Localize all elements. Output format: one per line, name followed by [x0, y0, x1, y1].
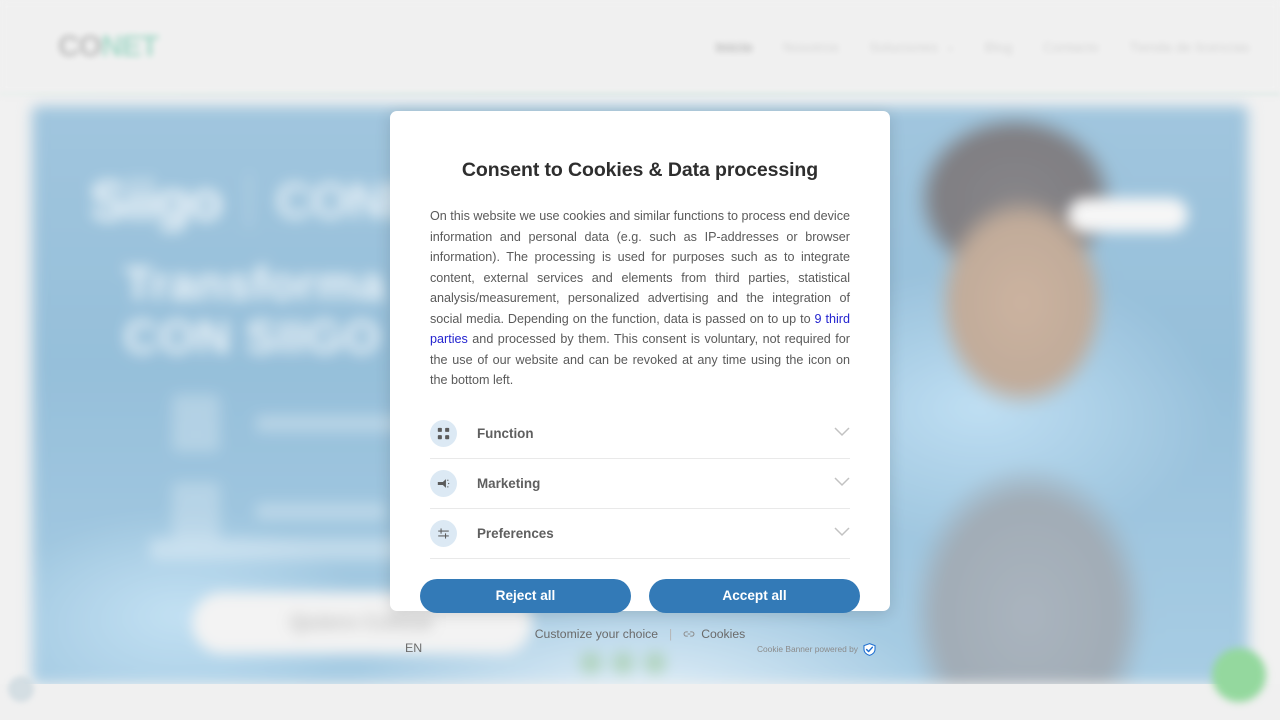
link-separator: |	[669, 626, 673, 641]
accept-all-button[interactable]: Accept all	[649, 578, 860, 613]
dialog-description: On this website we use cookies and simil…	[430, 206, 850, 391]
chevron-down-icon[interactable]	[834, 424, 850, 442]
customize-choice-link[interactable]: Customize your choice	[535, 627, 658, 641]
browser-page: CO NET Inicio Nosotros Soluciones ▼ Blog…	[0, 0, 1280, 720]
description-part-1: On this website we use cookies and simil…	[430, 209, 851, 326]
category-row-function[interactable]: Function	[430, 409, 850, 459]
dialog-actions: Reject all Accept all	[390, 559, 890, 613]
chevron-down-icon[interactable]	[834, 524, 850, 542]
powered-by-badge: Cookie Banner powered by	[756, 642, 876, 656]
category-label-preferences: Preferences	[477, 525, 554, 541]
megaphone-icon	[430, 469, 457, 497]
language-selector[interactable]: EN	[405, 641, 422, 655]
link-chain-icon	[683, 627, 695, 641]
reject-all-button[interactable]: Reject all	[420, 578, 631, 613]
description-part-2: and processed by them. This consent is v…	[430, 332, 850, 388]
category-label-function: Function	[477, 425, 534, 441]
dialog-title: Consent to Cookies & Data processing	[461, 159, 819, 181]
chevron-down-icon[interactable]	[834, 474, 850, 492]
cookie-consent-dialog: Consent to Cookies & Data processing On …	[390, 111, 890, 656]
cookies-link-label: Cookies	[701, 626, 746, 641]
cookies-link[interactable]: Cookies	[683, 627, 745, 641]
consent-categories: Function Marketing Preferences	[430, 409, 850, 559]
category-row-marketing[interactable]: Marketing	[430, 459, 850, 509]
dialog-body: Consent to Cookies & Data processing On …	[390, 111, 890, 559]
category-row-preferences[interactable]: Preferences	[430, 509, 850, 559]
category-label-marketing: Marketing	[477, 475, 541, 491]
dialog-secondary-links: Customize your choice | Cookies	[390, 627, 890, 641]
grid-icon	[430, 419, 457, 447]
sliders-icon	[430, 519, 457, 547]
powered-by-label: Cookie Banner powered by	[756, 644, 858, 655]
shield-check-icon	[863, 642, 876, 656]
